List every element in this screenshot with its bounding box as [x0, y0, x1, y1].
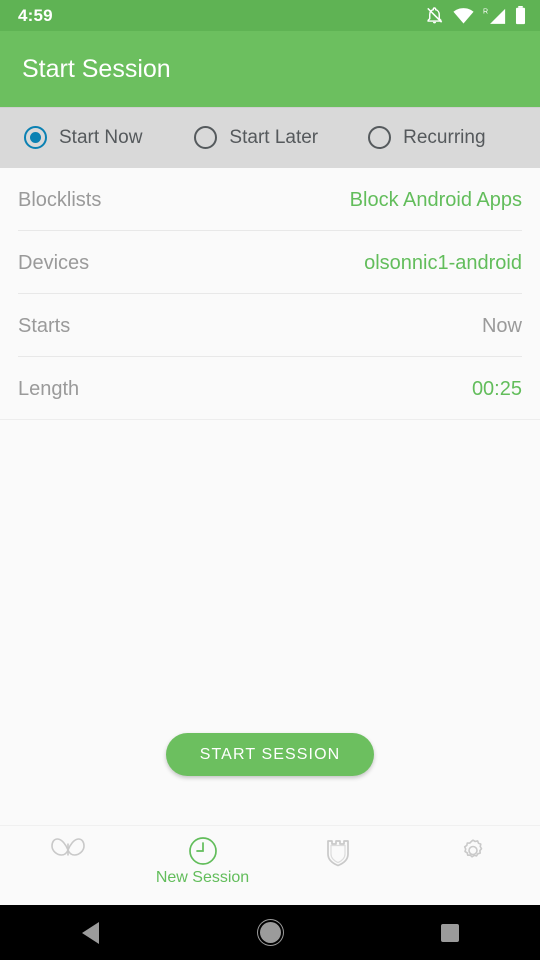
- back-triangle-icon: [81, 921, 99, 944]
- radio-indicator-start-now[interactable]: [24, 126, 47, 149]
- row-label-length: Length: [18, 377, 80, 400]
- page-title: Start Session: [22, 54, 171, 83]
- system-navigation-bar: [0, 905, 540, 960]
- content-area: START SESSION: [0, 420, 540, 825]
- radio-option-recurring[interactable]: Recurring: [368, 126, 486, 149]
- butterfly-icon: [49, 836, 87, 864]
- start-session-button[interactable]: START SESSION: [166, 733, 374, 776]
- nav-item-blocklists[interactable]: [270, 826, 405, 868]
- nav-item-new-session[interactable]: New Session: [135, 826, 270, 886]
- radio-indicator-start-later[interactable]: [194, 126, 218, 149]
- svg-text:R: R: [483, 8, 488, 15]
- app-bar: Start Session: [0, 31, 540, 107]
- battery-icon: [515, 6, 526, 25]
- app-screen: 4:59 R Start Session Start Now Start Lat…: [0, 0, 540, 960]
- radio-option-start-later[interactable]: Start Later: [194, 126, 318, 149]
- radio-indicator-recurring[interactable]: [368, 126, 392, 149]
- wifi-icon: [453, 7, 474, 24]
- bottom-navigation: New Session: [0, 825, 540, 905]
- home-button[interactable]: [180, 922, 360, 943]
- status-clock: 4:59: [18, 6, 53, 25]
- status-icon-group: R: [425, 6, 526, 25]
- row-label-blocklists: Blocklists: [18, 188, 102, 211]
- radio-label-start-now: Start Now: [59, 127, 143, 148]
- status-bar: 4:59 R: [0, 0, 540, 31]
- row-value-starts: Now: [481, 314, 522, 337]
- row-starts[interactable]: Starts Now: [0, 294, 540, 357]
- gear-icon: [458, 836, 488, 866]
- clock-icon: [188, 836, 218, 866]
- row-value-devices: olsonnic1-android: [364, 251, 522, 274]
- back-button[interactable]: [0, 921, 180, 944]
- row-devices[interactable]: Devices olsonnic1-android: [0, 231, 540, 294]
- home-circle-icon: [259, 922, 281, 943]
- row-label-starts: Starts: [18, 314, 71, 337]
- session-mode-selector: Start Now Start Later Recurring: [0, 107, 540, 168]
- row-length[interactable]: Length 00:25: [0, 357, 540, 420]
- session-settings-list: Blocklists Block Android Apps Devices ol…: [0, 168, 540, 420]
- radio-label-start-later: Start Later: [229, 127, 319, 148]
- nav-label-new-session: New Session: [155, 869, 250, 886]
- row-value-length: 00:25: [471, 377, 522, 400]
- radio-label-recurring: Recurring: [403, 127, 486, 148]
- notifications-off-icon: [425, 6, 444, 25]
- row-label-devices: Devices: [18, 251, 90, 274]
- nav-item-settings[interactable]: [405, 826, 540, 866]
- recents-square-icon: [441, 923, 459, 942]
- nav-item-butterfly[interactable]: [0, 826, 135, 864]
- recents-button[interactable]: [360, 923, 540, 942]
- roaming-signal-icon: R: [483, 6, 506, 25]
- radio-option-start-now[interactable]: Start Now: [24, 126, 142, 149]
- row-value-blocklists: Block Android Apps: [349, 188, 522, 211]
- row-blocklists[interactable]: Blocklists Block Android Apps: [0, 168, 540, 231]
- shield-icon: [323, 836, 353, 868]
